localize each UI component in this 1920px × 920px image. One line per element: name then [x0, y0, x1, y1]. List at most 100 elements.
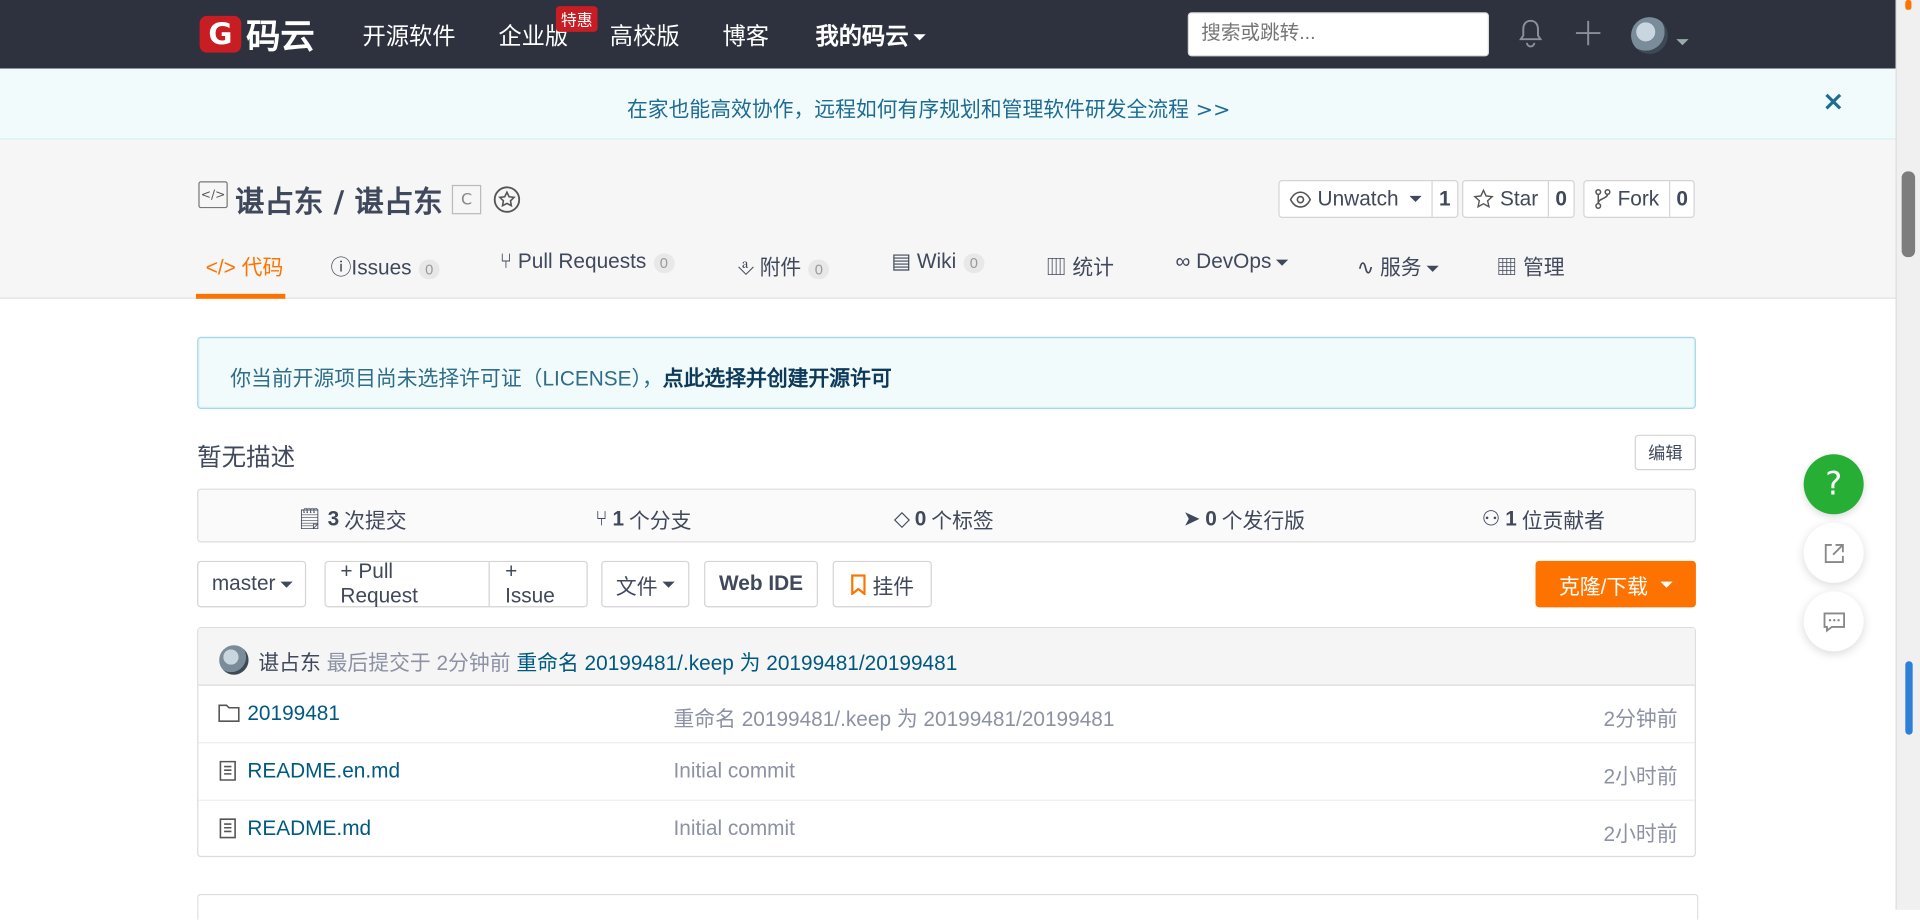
fork-button[interactable]: Fork 0 — [1583, 180, 1696, 218]
tab-services[interactable]: ∿ 服务 — [1357, 250, 1439, 281]
chevron-down-icon — [1276, 259, 1289, 266]
file-time: 2小时前 — [1603, 822, 1678, 847]
chevron-down-icon — [913, 34, 926, 41]
file-name[interactable]: 20199481 — [247, 702, 340, 726]
tab-pull-requests[interactable]: ⑂ Pull Requests 0 — [500, 250, 675, 274]
file-name[interactable]: README.en.md — [247, 759, 400, 783]
watch-label: Unwatch — [1317, 186, 1399, 211]
new-pull-request-button[interactable]: + Pull Request — [326, 559, 491, 608]
table-row[interactable]: README.en.md Initial commit 2小时前 — [198, 743, 1695, 801]
repo-title[interactable]: 谌占东 / 谌占东 — [235, 178, 443, 221]
tab-devops[interactable]: ∞ DevOps — [1176, 250, 1289, 274]
award-icon[interactable] — [492, 185, 521, 219]
paperclip-icon: ⎀ — [737, 255, 754, 280]
new-pull-request-label: + Pull Request — [340, 559, 418, 608]
contributors-icon: ⚇ — [1481, 506, 1501, 530]
commit-author[interactable]: 谌占东 — [258, 651, 320, 674]
stat-branches-num: 1 — [612, 506, 625, 530]
user-avatar[interactable] — [1631, 17, 1668, 54]
tab-devops-label: DevOps — [1196, 249, 1272, 274]
files-dropdown[interactable]: 文件 — [601, 560, 690, 608]
logo-mark: G — [199, 15, 242, 53]
tab-wiki[interactable]: ▤ Wiki 0 — [891, 249, 985, 274]
infinity-icon: ∞ — [1175, 249, 1191, 274]
scroll-position-marker — [1905, 661, 1913, 735]
commit-icon: 🗒 — [296, 506, 323, 530]
stat-tags[interactable]: ◇ 0 个标签 — [894, 503, 994, 534]
stat-branches[interactable]: ⑂ 1 个分支 — [595, 503, 691, 534]
plus-icon[interactable] — [1573, 17, 1602, 54]
code-icon: </> — [198, 181, 228, 209]
comment-button[interactable] — [1803, 591, 1864, 652]
language-tag: C — [451, 184, 482, 215]
web-ide-label: Web IDE — [718, 571, 804, 596]
page: G 码云 开源软件 企业版 特惠 高校版 博客 我的码云 在家也能高效协作，远程… — [0, 0, 1920, 920]
search-input[interactable] — [1187, 12, 1489, 57]
new-issue-button[interactable]: + Issue — [490, 560, 586, 609]
help-button[interactable]: ? — [1803, 454, 1864, 515]
file-time: 2分钟前 — [1603, 707, 1678, 732]
nav-my-gitee[interactable]: 我的码云 — [816, 18, 926, 51]
watch-count[interactable]: 1 — [1431, 181, 1457, 217]
tab-attachments-label: 附件 — [759, 255, 802, 280]
file-time: 2小时前 — [1603, 765, 1678, 789]
bookmark-icon — [850, 573, 865, 595]
file-commit-message[interactable]: Initial commit — [673, 817, 794, 841]
watch-button[interactable]: Unwatch 1 — [1278, 180, 1458, 218]
send-icon: ➤ — [1182, 506, 1201, 530]
tab-pull-requests-count: 0 — [653, 253, 675, 274]
file-commit-message[interactable]: Initial commit — [673, 759, 794, 783]
folder-icon — [218, 703, 240, 729]
widget-label: 挂件 — [872, 574, 915, 599]
tab-code[interactable]: </> 代码 — [206, 250, 284, 281]
stat-contributors[interactable]: ⚇ 1 位贡献者 — [1482, 503, 1605, 534]
star-count[interactable]: 0 — [1547, 181, 1573, 217]
stat-contributors-num: 1 — [1505, 506, 1517, 530]
pulse-icon: ∿ — [1356, 255, 1375, 280]
commit-message-link[interactable]: 重命名 20199481/.keep 为 20199481/20199481 — [516, 651, 957, 674]
file-commit-message[interactable]: 重命名 20199481/.keep 为 20199481/20199481 — [673, 702, 1114, 733]
stat-releases[interactable]: ➤ 0 个发行版 — [1183, 503, 1305, 534]
close-icon[interactable]: × — [1822, 87, 1845, 118]
table-row[interactable]: README.md Initial commit 2小时前 — [198, 801, 1694, 859]
branch-icon: ⑂ — [595, 506, 608, 530]
branch-select[interactable]: master — [197, 560, 307, 608]
scrollbar-thumb[interactable] — [1901, 171, 1916, 258]
stat-releases-num: 0 — [1205, 506, 1217, 530]
avatar[interactable] — [219, 645, 249, 675]
bell-icon[interactable] — [1516, 17, 1545, 54]
file-name[interactable]: README.md — [247, 817, 371, 841]
widget-button[interactable]: 挂件 — [832, 560, 932, 608]
table-row[interactable]: 20199481 重命名 20199481/.keep 为 20199481/2… — [198, 686, 1695, 744]
create-license-link[interactable]: 点此选择并创建开源许可 — [663, 367, 892, 390]
stat-releases-label: 个发行版 — [1221, 509, 1305, 533]
nav-blog[interactable]: 博客 — [722, 18, 769, 51]
fork-count[interactable]: 0 — [1668, 181, 1694, 217]
clone-download-button[interactable]: 克隆/下载 — [1535, 560, 1696, 608]
files-dropdown-label: 文件 — [615, 574, 658, 599]
star-button[interactable]: Star 0 — [1462, 180, 1575, 218]
nav-university[interactable]: 高校版 — [610, 18, 680, 51]
web-ide-button[interactable]: Web IDE — [704, 560, 818, 608]
tab-issues[interactable]: ⓘIssues 0 — [331, 250, 440, 281]
tab-manage[interactable]: ▦ 管理 — [1496, 250, 1564, 281]
chevron-down-icon[interactable] — [1671, 29, 1689, 52]
tab-stats[interactable]: ▥ 统计 — [1046, 250, 1114, 281]
logo[interactable]: G 码云 — [199, 15, 315, 56]
tab-attachments[interactable]: ⎀ 附件 0 — [737, 250, 830, 281]
enterprise-promo-badge: 特惠 — [555, 6, 598, 32]
banner-link[interactable]: 在家也能高效协作，远程如何有序规划和管理软件研发全流程 >> — [627, 92, 1231, 122]
share-button[interactable] — [1803, 522, 1864, 583]
chevron-down-icon — [1426, 265, 1439, 272]
eye-icon — [1289, 190, 1312, 208]
scrollbar[interactable] — [1895, 0, 1920, 910]
info-icon: ⓘ — [330, 255, 352, 280]
tab-wiki-label: Wiki — [916, 249, 957, 274]
last-commit-info: 谌占东 最后提交于 2分钟前 重命名 20199481/.keep 为 2019… — [258, 645, 957, 676]
book-icon: ▤ — [891, 249, 912, 274]
new-issue-label: + Issue — [505, 559, 555, 608]
code-icon: </> — [205, 255, 236, 280]
nav-open-source[interactable]: 开源软件 — [362, 18, 455, 51]
stat-commits[interactable]: 🗒 3 次提交 — [296, 503, 406, 534]
edit-description-button[interactable]: 编辑 — [1634, 434, 1696, 471]
